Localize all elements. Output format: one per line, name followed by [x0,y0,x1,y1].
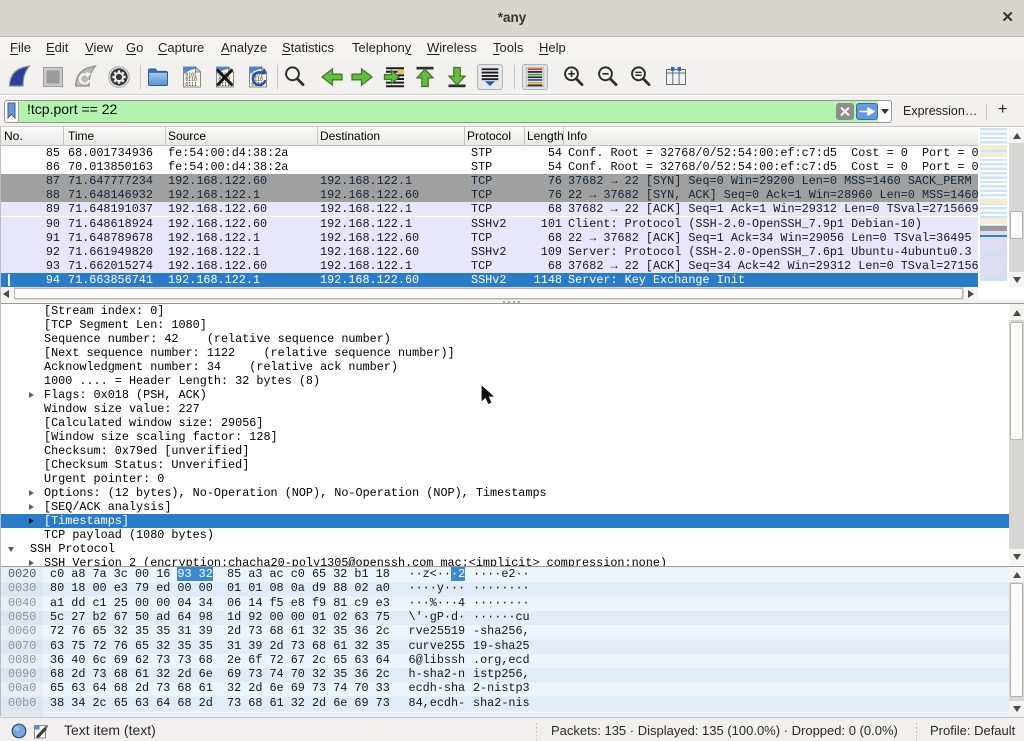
svg-text:0111: 0111 [185,82,197,88]
